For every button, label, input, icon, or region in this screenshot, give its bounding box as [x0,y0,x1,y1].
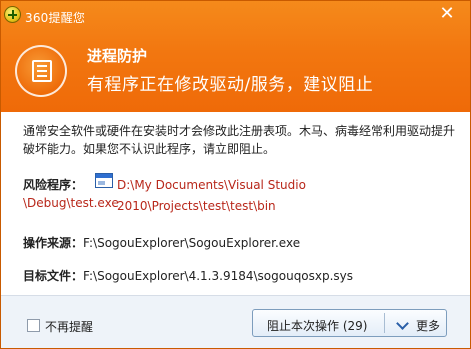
risk-path-line1: D:\My Documents\Visual Studio 2010\Proje… [117,178,306,213]
risk-program-path[interactable]: D:\My Documents\Visual Studio 2010\Proje… [117,175,462,217]
header-banner: 360提醒您 ✕ 进程防护 有程序正在修改驱动/服务，建议阻止 [1,1,470,112]
description-text: 通常安全软件或硬件在安装时才会修改此注册表项。木马、病毒经常利用驱动提升破坏能力… [23,124,456,156]
process-protection-icon [15,45,67,97]
alert-window: 360提醒您 ✕ 进程防护 有程序正在修改驱动/服务，建议阻止 通常安全软件或硬… [0,0,471,349]
heading: 进程防护 [87,47,148,65]
source-value: F:\SogouExplorer\SogouExplorer.exe [83,236,301,250]
360-logo-icon [4,6,21,23]
warning-message: 有程序正在修改驱动/服务，建议阻止 [87,75,374,95]
block-operation-button[interactable]: 阻止本次操作 (29) 更多 [252,309,447,337]
risk-program-path-cont[interactable]: \Debug\test.exe [23,196,119,210]
document-icon [32,60,52,82]
button-divider [384,313,385,333]
source-label: 操作来源： [23,236,84,250]
no-remind-checkbox[interactable] [27,319,40,332]
close-button[interactable]: ✕ [438,5,456,23]
document-line [37,65,47,67]
chevron-down-icon[interactable] [396,317,409,330]
block-button-label: 阻止本次操作 (29) [267,319,368,333]
target-label: 目标文件： [23,269,84,283]
document-line [37,70,47,72]
window-title: 360提醒您 [25,11,86,25]
title-bar: 360提醒您 ✕ [1,1,470,33]
program-icon [95,173,113,188]
document-line [37,75,47,77]
risk-program-label: 风险程序： [23,176,83,193]
target-row: 目标文件：F:\SogouExplorer\4.1.3.9184\sogouqo… [23,267,353,284]
more-label[interactable]: 更多 [416,317,440,334]
target-value: F:\SogouExplorer\4.1.3.9184\sogouqosxp.s… [83,269,354,283]
risk-label-text: 风险程序： [23,178,84,192]
source-row: 操作来源：F:\SogouExplorer\SogouExplorer.exe [23,234,300,251]
no-remind-label[interactable]: 不再提醒 [45,318,93,335]
